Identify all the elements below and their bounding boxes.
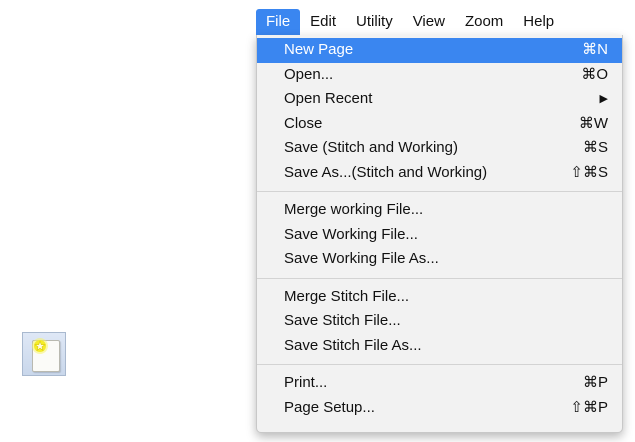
menu-item-open[interactable]: Open... ⌘O [257,63,622,88]
menu-item-shortcut: ⌘P [582,374,608,391]
menu-item-label: Save Working File As... [284,250,439,267]
menu-item-label: New Page [284,41,354,58]
menubar-utility[interactable]: Utility [346,9,403,35]
menu-item-save-as[interactable]: Save As...(Stitch and Working) ⇧⌘S [257,161,622,186]
menubar-view[interactable]: View [403,9,455,35]
star-burst-icon [32,338,48,354]
menu-item-label: Open... [284,65,334,83]
submenu-arrow-icon: ▶ [599,93,608,105]
menu-item-label: Save Stitch File... [284,312,401,329]
menu-item-shortcut: ⇧⌘P [570,398,608,416]
menu-item-save-stitch-file-as[interactable]: Save Stitch File As... [257,334,622,359]
menu-item-label: Save Working File... [284,225,418,243]
menu-item-new-page[interactable]: New Page ⌘N [257,38,622,63]
menu-item-save-stitch-file[interactable]: Save Stitch File... [257,309,622,334]
menu-separator [257,191,622,192]
menu-item-close[interactable]: Close ⌘W [257,112,622,137]
menu-item-save-working-file-as[interactable]: Save Working File As... [257,247,622,272]
menu-item-save[interactable]: Save (Stitch and Working) ⌘S [257,136,622,161]
menu-item-shortcut: ⌘N [582,41,608,58]
menu-item-save-working-file[interactable]: Save Working File... [257,223,622,248]
menu-item-label: Page Setup... [284,398,375,416]
menu-item-shortcut: ⇧⌘S [570,163,608,181]
menu-item-label: Save Stitch File As... [284,336,422,354]
menu-item-label: Print... [284,374,328,391]
menu-item-merge-stitch-file[interactable]: Merge Stitch File... [257,285,622,310]
menu-bar: File Edit Utility View Zoom Help [256,9,564,35]
menu-item-shortcut: ⌘O [581,65,608,83]
menu-separator [257,277,622,279]
menu-item-label: Open Recent [284,90,373,107]
menu-item-page-setup[interactable]: Page Setup... ⇧⌘P [257,396,622,421]
menu-item-label: Merge working File... [284,201,424,218]
menu-item-shortcut: ⌘W [578,114,608,132]
menu-item-label: Merge Stitch File... [284,287,410,305]
menubar-zoom[interactable]: Zoom [455,9,513,35]
menu-item-shortcut: ⌘S [582,139,608,156]
menu-item-open-recent[interactable]: Open Recent ▶ [257,87,622,112]
menubar-file[interactable]: File [256,9,301,35]
menu-item-print[interactable]: Print... ⌘P [257,371,622,396]
menu-separator [257,364,622,365]
menu-item-label: Save (Stitch and Working) [284,139,458,156]
new-page-icon[interactable] [22,332,66,376]
menubar-edit[interactable]: Edit [300,9,346,35]
menu-item-label: Close [284,114,323,132]
menu-item-merge-working-file[interactable]: Merge working File... [257,198,622,223]
menubar-help[interactable]: Help [513,9,564,35]
file-menu-dropdown: New Page ⌘N Open... ⌘O Open Recent ▶ Clo… [256,35,623,433]
menu-item-label: Save As...(Stitch and Working) [284,163,488,181]
